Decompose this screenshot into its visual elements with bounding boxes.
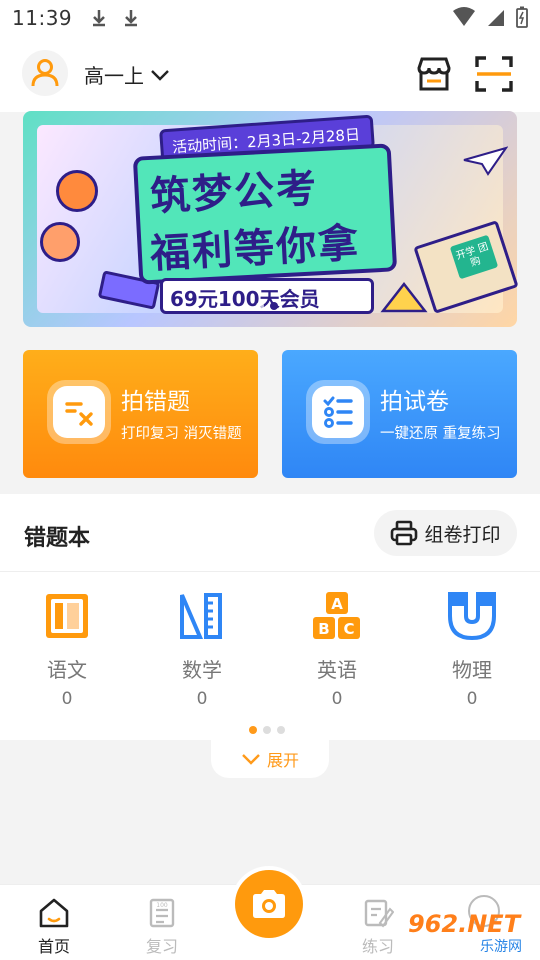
subject-math[interactable]: 数学 0	[157, 590, 247, 709]
review-icon: 100	[149, 898, 175, 928]
svg-text:A: A	[331, 595, 343, 613]
nav-label: 首页	[37, 937, 70, 956]
card-subtitle: 一键还原 重复练习	[380, 426, 501, 442]
section-title: 错题本	[24, 526, 91, 551]
camera-button[interactable]	[231, 866, 307, 942]
subject-count: 0	[331, 689, 343, 709]
subject-count: 0	[61, 689, 73, 709]
expand-button[interactable]: 展开	[211, 740, 329, 778]
test-paper-icon	[312, 386, 364, 438]
nav-review[interactable]: 100 复习	[122, 897, 202, 957]
banner-title-line1: 筑梦公考	[149, 165, 320, 221]
subject-english[interactable]: A B C 英语 0	[292, 590, 382, 709]
svg-text:100: 100	[156, 902, 168, 909]
basketball-icon	[56, 170, 98, 212]
store-icon[interactable]	[414, 54, 454, 94]
nav-label: 练习	[361, 937, 394, 956]
svg-text:C: C	[343, 620, 354, 638]
print-label: 组卷打印	[424, 523, 501, 546]
nav-label: 复习	[145, 937, 178, 956]
status-time: 11:39	[12, 6, 73, 30]
divider	[0, 571, 540, 572]
card-title: 拍试卷	[380, 389, 449, 415]
expand-label: 展开	[266, 751, 299, 770]
download-icon	[93, 10, 106, 27]
chevron-down-icon	[151, 69, 169, 81]
camera-button-inner	[235, 870, 303, 938]
camera-icon	[253, 890, 285, 918]
page-dot	[263, 726, 271, 734]
watermark-logo: 962.NET	[408, 910, 521, 938]
ball-icon	[40, 222, 80, 262]
set-square-icon	[380, 281, 428, 313]
grade-label: 高一上	[84, 64, 144, 88]
page-dot	[277, 726, 285, 734]
photo-test-paper-card[interactable]: 拍试卷 一键还原 重复练习	[282, 350, 517, 478]
user-icon	[31, 59, 59, 87]
paper-plane-icon	[463, 146, 508, 176]
download-icon	[125, 10, 138, 27]
subject-name: 物理	[452, 658, 492, 682]
error-book-section: 错题本 组卷打印 语文 0 数学 0 A B C 英语 0 物理 0	[0, 494, 540, 740]
book-icon	[46, 594, 88, 638]
subject-count: 0	[466, 689, 478, 709]
home-icon	[39, 898, 69, 928]
card-subtitle: 打印复习 消灭错题	[121, 426, 242, 442]
banner-subtitle: 69元100天会员	[170, 287, 320, 311]
wrong-question-icon	[53, 386, 105, 438]
photo-wrong-question-card[interactable]: 拍错题 打印复习 消灭错题	[23, 350, 258, 478]
ruler-triangle-icon	[180, 593, 222, 639]
banner-pagination	[256, 302, 278, 310]
wifi-icon	[453, 7, 475, 26]
banner-dot	[270, 302, 278, 310]
chevron-down-icon	[242, 754, 260, 765]
signal-icon	[488, 10, 504, 26]
abc-blocks-icon: A B C	[313, 592, 360, 639]
subject-name: 英语	[317, 658, 357, 682]
compose-print-button[interactable]: 组卷打印	[374, 510, 517, 556]
subject-pagination	[249, 726, 285, 734]
subject-count: 0	[196, 689, 208, 709]
subject-name: 语文	[47, 658, 87, 682]
battery-icon	[516, 6, 528, 28]
banner-dot	[256, 302, 264, 310]
expand-area: 展开	[0, 740, 540, 884]
scan-icon[interactable]	[474, 54, 514, 94]
magnet-icon	[448, 592, 496, 641]
status-bar: 11:39	[0, 0, 540, 36]
nav-home[interactable]: 首页	[14, 897, 94, 957]
card-icon-wrap	[47, 380, 111, 444]
banner-title-line2: 福利等你拿	[149, 220, 362, 278]
card-icon-wrap	[306, 380, 370, 444]
card-title: 拍错题	[121, 389, 190, 415]
subject-physics[interactable]: 物理 0	[427, 590, 517, 709]
svg-text:B: B	[318, 620, 329, 638]
page-dot	[249, 726, 257, 734]
subject-chinese[interactable]: 语文 0	[22, 590, 112, 709]
grade-selector[interactable]: 高一上	[84, 60, 170, 89]
watermark-sub: 乐游网	[480, 939, 522, 955]
practice-icon	[364, 899, 394, 928]
header: 高一上	[0, 36, 540, 112]
printer-icon	[391, 520, 418, 546]
subject-name: 数学	[182, 658, 222, 682]
avatar[interactable]	[22, 50, 68, 96]
nav-practice[interactable]: 练习	[338, 897, 418, 957]
